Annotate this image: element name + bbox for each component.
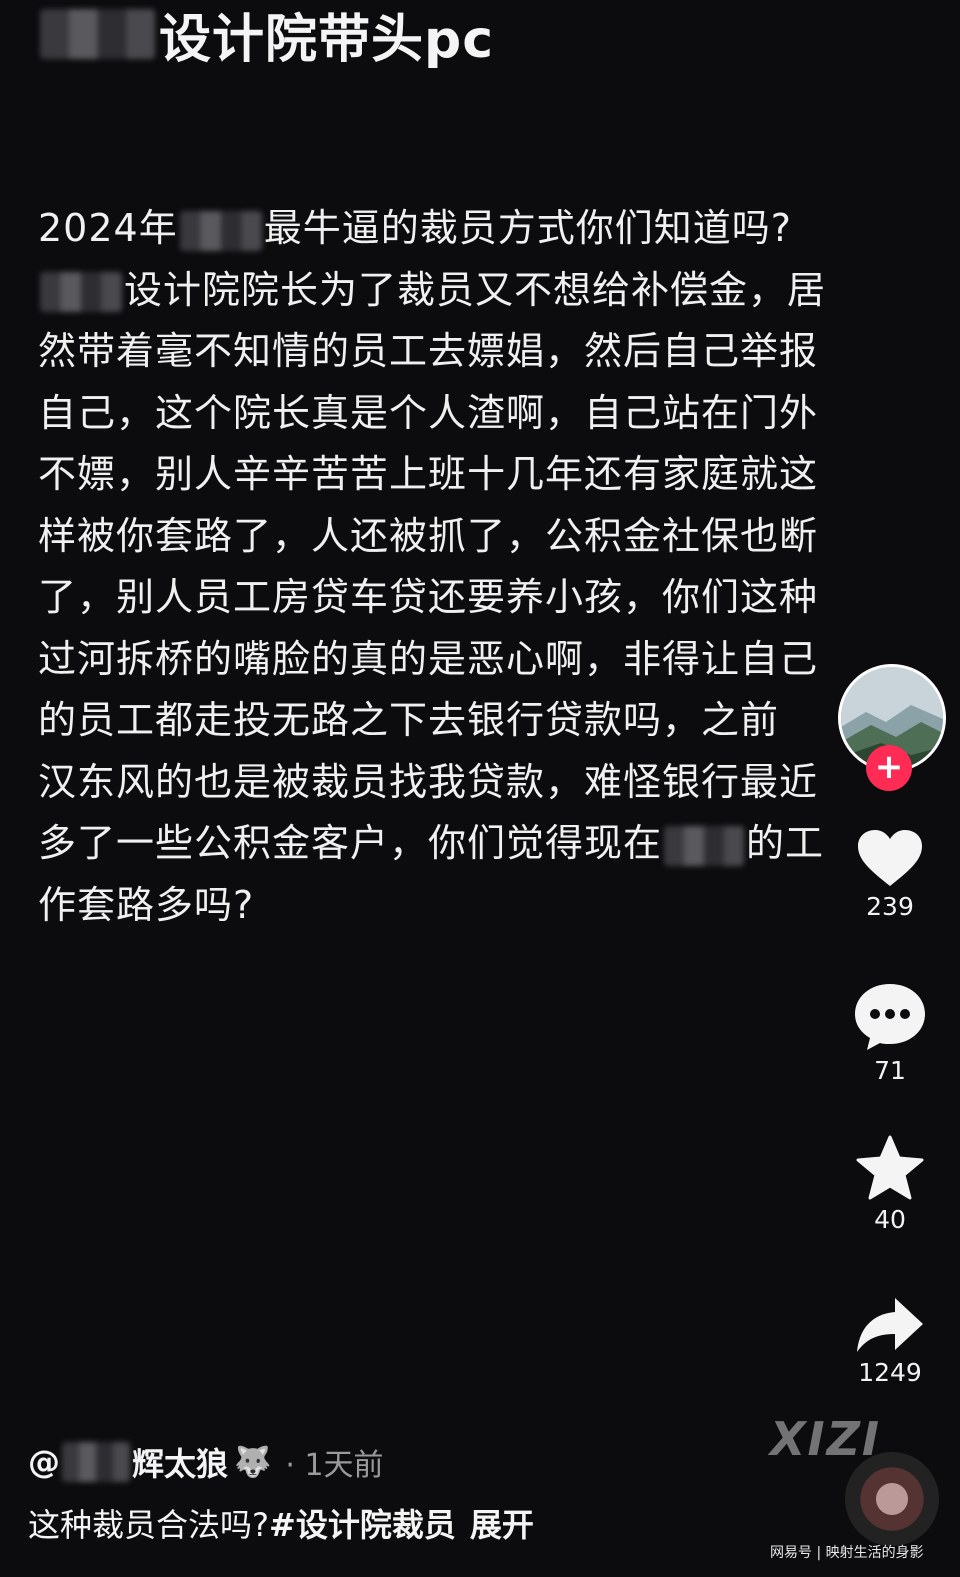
post-line: 了，别人员工房贷车贷还要养小孩，你们这种 xyxy=(38,575,819,619)
like-count: 239 xyxy=(866,892,914,921)
author-row[interactable]: @ 辉太狼 🐺 · 1天前 xyxy=(28,1436,384,1488)
post-line: 过河拆桥的嘴脸的真的是恶心啊，非得让自己 xyxy=(38,636,819,681)
blurred-text xyxy=(664,825,745,866)
music-disc-icon[interactable] xyxy=(845,1452,939,1546)
blurred-username xyxy=(62,1442,130,1482)
wolf-emoji-icon: 🐺 xyxy=(234,1444,272,1480)
like-button[interactable]: 239 xyxy=(840,828,940,921)
at-sign: @ xyxy=(28,1443,60,1481)
post-line: 汉东风的也是被裁员找我贷款，难怪银行最近 xyxy=(38,759,819,804)
post-line: 2024年 最牛逼的裁员方式你们知道吗? xyxy=(38,206,792,251)
post-line: 自己，这个院长真是个人渣啊，自己站在门外 xyxy=(38,390,819,435)
xizi-watermark: XIZI xyxy=(770,1412,882,1466)
heart-icon xyxy=(858,830,922,886)
author-name[interactable]: 辉太狼 xyxy=(132,1439,228,1485)
post-line: 然带着毫不知情的员工去嫖娼，然后自己举报 xyxy=(38,329,819,373)
blurred-text xyxy=(40,272,122,312)
share-count: 1249 xyxy=(858,1358,922,1387)
share-arrow-icon xyxy=(857,1298,923,1352)
follow-plus-icon[interactable]: + xyxy=(866,745,912,791)
favorite-button[interactable]: 40 xyxy=(840,1135,940,1234)
blurred-prefix xyxy=(40,9,155,59)
title-text: 设计院带头pc xyxy=(159,9,495,70)
post-line: 样被你套路了，人还被抓了，公积金社保也断 xyxy=(38,513,819,558)
caption-text: 这种裁员合法吗? xyxy=(28,1506,269,1544)
share-button[interactable]: 1249 xyxy=(840,1296,940,1387)
post-text: 2024年 最牛逼的裁员方式你们知道吗? 设计院院长为了裁员又不想给补偿金，居 然… xyxy=(38,198,918,936)
favorite-count: 40 xyxy=(874,1205,906,1234)
page-title: 设计院带头pc xyxy=(40,4,494,70)
star-icon xyxy=(856,1135,924,1200)
post-line: 作套路多吗? xyxy=(38,882,255,927)
comment-icon xyxy=(855,984,925,1050)
post-line: 设计院院长为了裁员又不想给补偿金，居 xyxy=(38,260,918,322)
hashtag-link[interactable]: #设计院裁员 xyxy=(269,1506,456,1544)
comment-button[interactable]: 71 xyxy=(840,982,940,1085)
blurred-text xyxy=(179,210,262,251)
caption: 这种裁员合法吗?#设计院裁员 展开 xyxy=(28,1500,534,1546)
post-line: 多了一些公积金客户，你们觉得现在 的工 xyxy=(38,821,825,866)
post-time: · 1天前 xyxy=(285,1448,384,1483)
comment-count: 71 xyxy=(874,1056,906,1085)
expand-button[interactable]: 展开 xyxy=(470,1506,534,1544)
source-watermark: 网易号 | 映射生活的身影 xyxy=(770,1545,924,1561)
post-line: 不嫖，别人辛辛苦苦上班十几年还有家庭就这 xyxy=(38,452,819,496)
video-page: 设计院带头pc 2024年 最牛逼的裁员方式你们知道吗? 设计院院长为了裁员又不想… xyxy=(0,0,960,1577)
post-line: 的员工都走投无路之下去银行贷款吗，之前 xyxy=(38,698,780,742)
